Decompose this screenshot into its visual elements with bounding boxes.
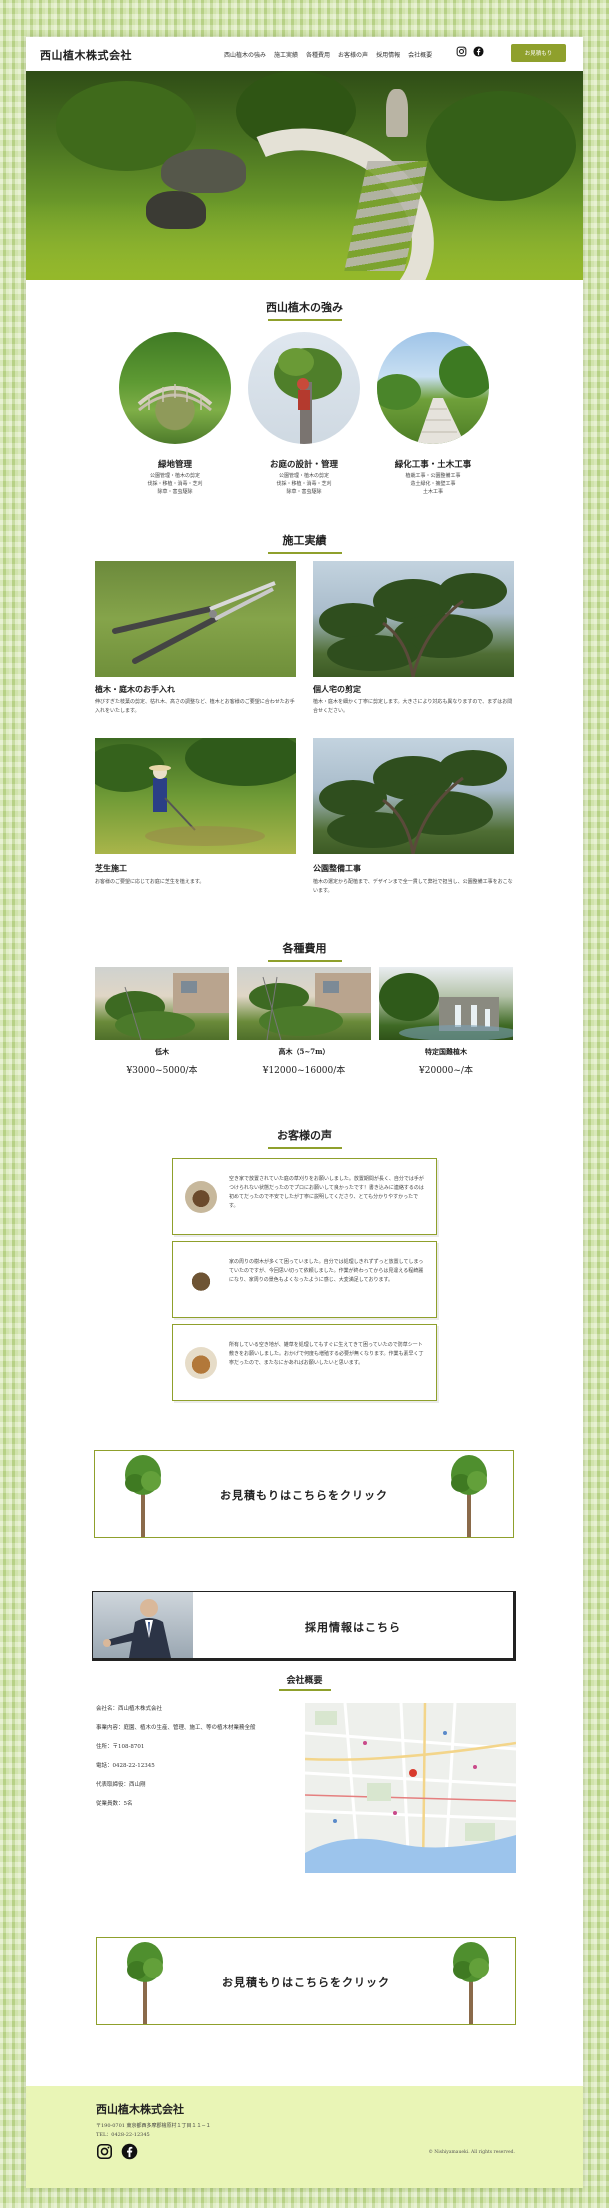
nav-item-strengths[interactable]: 西山植木の強み: [224, 50, 266, 59]
cost-image-special-tree: [379, 967, 513, 1040]
nav-item-voices[interactable]: お客様の声: [338, 50, 368, 59]
facebook-icon[interactable]: [473, 46, 484, 57]
footer-tel: TEL：0428-22-12345: [96, 2132, 150, 2138]
section-title-costs: 各種費用: [26, 940, 583, 962]
work-desc: 植木・庭木を細かく丁寧に剪定します。大きさにより対応も異なりますので、まずはお問…: [313, 699, 513, 714]
copyright: © Nishiyamaueki. All rights reserved.: [428, 2150, 515, 2155]
testimonial-text: 所有している空き地が、雑草を処理してもすぐに生えてきて困っていたので防草シート敷…: [229, 1342, 424, 1366]
work-title: 植木・庭木のお手入れ: [95, 684, 175, 694]
company-info-row: 電話：0428-22-12345: [96, 1763, 155, 1769]
strength-desc: 公園管理・植木の剪定 伐採・移植・消毒・芝刈 除草・害虫駆除: [147, 473, 203, 495]
page: 西山植木株式会社 西山植木の強み 施工実績 各種費用 お客様の声 採用情報 会社…: [26, 37, 583, 2188]
work-image-pine: [313, 561, 514, 677]
testimonial-card: 家の周りの樹木が多くて困っていました。自分では処理しきれずずっと放置してしまって…: [172, 1241, 437, 1318]
estimate-banner-bottom[interactable]: お見積もりはこちらをクリック: [96, 1937, 516, 2025]
tree-icon: [451, 1455, 487, 1537]
recruit-banner[interactable]: 採用情報はこちら: [92, 1591, 516, 1661]
work-title: 個人宅の剪定: [313, 684, 361, 694]
estimate-button[interactable]: お見積もり: [511, 44, 566, 62]
nav-item-recruit[interactable]: 採用情報: [376, 50, 400, 59]
work-desc: 伸びすぎた枝葉の剪定、枯れ木、高さの調整など、植木とお客様のご要望に合わせたお手…: [95, 699, 295, 714]
testimonial-card: 所有している空き地が、雑草を処理してもすぐに生えてきて困っていたので防草シート敷…: [172, 1324, 437, 1401]
strength-image-construction: [377, 332, 489, 444]
company-info-row: 住所：〒108-8701: [96, 1744, 145, 1750]
site-footer: 西山植木株式会社 〒190-0701 東京都西多摩郡檜原村１丁目１１−１ TEL…: [26, 2086, 583, 2188]
location-map[interactable]: [305, 1703, 516, 1873]
company-info-row: 従業員数：5名: [96, 1801, 133, 1807]
strength-image-design: [248, 332, 360, 444]
work-image-lawn: [95, 738, 296, 854]
section-title-strengths: 西山植木の強み: [26, 299, 583, 321]
cost-name: 高木（5~7m）: [278, 1047, 330, 1056]
company-info-row: 代表取締役：西山剛: [96, 1782, 146, 1788]
cost-image-shrub: [95, 967, 229, 1040]
work-desc: 植木の選定から配植まで、デザインまで全一貫して弊社で担当し、公園整備工事をおこな…: [313, 879, 513, 894]
company-info-row: 会社名：西山植木株式会社: [96, 1706, 163, 1712]
footer-sns: [96, 2143, 138, 2160]
nav-item-costs[interactable]: 各種費用: [306, 50, 330, 59]
instagram-icon[interactable]: [96, 2143, 113, 2160]
footer-logo[interactable]: 西山植木株式会社: [96, 2101, 184, 2117]
strength-desc: 公園管理・植木の剪定 伐採・移植・消毒・芝刈 除草・害虫駆除: [276, 473, 332, 495]
work-image-park: [313, 738, 514, 854]
stone-statue: [386, 89, 408, 137]
cost-price: ¥12000~16000/本: [262, 1066, 346, 1076]
cost-image-tall-tree: [237, 967, 371, 1040]
facebook-icon[interactable]: [121, 2143, 138, 2160]
recruit-photo: [93, 1592, 193, 1658]
cost-price: ¥20000~/本: [419, 1066, 473, 1076]
hero-image: [26, 71, 583, 280]
avatar: [185, 1347, 217, 1379]
work-desc: お客様のご要望に応じてお庭に芝生を植えます。: [95, 879, 205, 885]
company-info-row: 事業内容：庭園、植木の生産、管理、施工、等の植木材業務全般: [96, 1725, 256, 1731]
cost-name: 低木: [155, 1047, 169, 1056]
strength-title: 緑地管理: [157, 460, 192, 470]
site-header: 西山植木株式会社 西山植木の強み 施工実績 各種費用 お客様の声 採用情報 会社…: [26, 37, 583, 71]
company-title: 会社概要: [26, 1673, 583, 1691]
cost-price: ¥3000~5000/本: [126, 1066, 198, 1076]
testimonial-card: 空き家で放置されていた庭の草刈りをお願いしました。放置期間が長く、自分では手がつ…: [172, 1158, 437, 1235]
testimonial-text: 空き家で放置されていた庭の草刈りをお願いしました。放置期間が長く、自分では手がつ…: [229, 1176, 424, 1209]
testimonial-text: 家の周りの樹木が多くて困っていました。自分では処理しきれずずっと放置してしまって…: [229, 1259, 424, 1283]
footer-address: 〒190-0701 東京都西多摩郡檜原村１丁目１１−１: [96, 2123, 211, 2129]
avatar: [185, 1181, 217, 1213]
main-nav: 西山植木の強み 施工実績 各種費用 お客様の声 採用情報 会社概要: [224, 50, 432, 59]
strength-desc: 植栽工事・公園整備工事 造土緑化・擁壁工事 土木工事: [405, 473, 461, 495]
strength-title: お庭の設計・管理: [269, 460, 338, 470]
strength-image-green: [119, 332, 231, 444]
recruit-banner-label: 採用情報はこちら: [305, 1621, 401, 1634]
cost-name: 特定国難植木: [425, 1047, 467, 1056]
estimate-banner[interactable]: お見積もりはこちらをクリック: [94, 1450, 514, 1538]
work-title: 芝生施工: [95, 863, 127, 873]
header-sns: [456, 46, 484, 57]
nav-item-company[interactable]: 会社概要: [408, 50, 432, 59]
work-title: 公園整備工事: [313, 863, 361, 873]
section-title-voices: お客様の声: [26, 1127, 583, 1149]
site-logo[interactable]: 西山植木株式会社: [40, 47, 132, 63]
nav-item-works[interactable]: 施工実績: [274, 50, 298, 59]
instagram-icon[interactable]: [456, 46, 467, 57]
strength-title: 緑化工事・土木工事: [394, 460, 472, 470]
work-image-shears: [95, 561, 296, 677]
tree-icon: [453, 1942, 489, 2024]
avatar: [185, 1264, 217, 1296]
section-title-works: 施工実績: [26, 532, 583, 554]
